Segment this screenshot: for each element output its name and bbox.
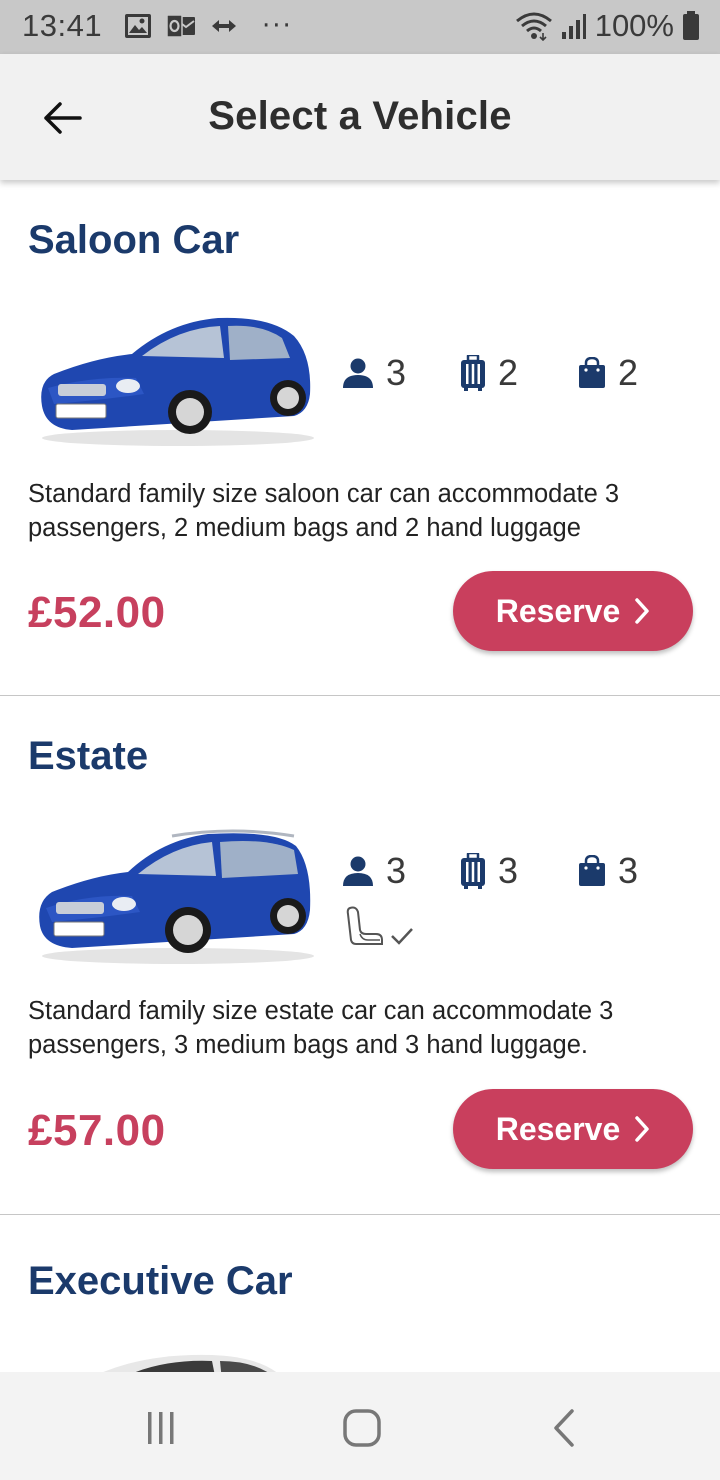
vehicle-list[interactable]: Saloon Car 3 2 2 Standard family size sa…	[0, 180, 720, 1372]
shopping-bag-icon	[579, 357, 605, 388]
vehicle-name: Saloon Car	[28, 218, 240, 262]
system-status-icons: 100%	[515, 8, 700, 44]
reserve-label: Reserve	[495, 592, 621, 629]
executive-car-image	[103, 1354, 277, 1372]
signal-icon	[561, 14, 586, 39]
estate-car-image	[39, 829, 314, 964]
more-notifications-icon: ···	[262, 11, 293, 41]
shopping-bag-icon	[579, 855, 605, 886]
vehicle-description: Standard family size saloon car can acco…	[28, 480, 620, 542]
battery-icon	[683, 11, 699, 40]
reserve-button[interactable]: Reserve	[453, 571, 693, 651]
person-icon	[343, 358, 373, 388]
hand-luggage-count: 3	[618, 850, 639, 891]
hand-luggage-spec: 3	[578, 850, 696, 892]
vehicle-card-executive: Executive Car	[0, 1215, 720, 1372]
medium-bags-count: 2	[498, 352, 519, 393]
suitcase-icon	[461, 853, 485, 889]
reserve-button[interactable]: Reserve	[453, 1089, 693, 1169]
child-seat-icon	[346, 906, 383, 945]
passengers-count: 3	[386, 352, 407, 393]
system-nav-bar	[0, 1372, 720, 1480]
person-icon	[343, 856, 373, 886]
app-bar: Select a Vehicle	[0, 54, 720, 180]
hand-luggage-spec: 2	[578, 352, 696, 394]
vehicle-name: Estate	[28, 734, 149, 778]
back-icon	[554, 1409, 574, 1447]
passengers-spec: 3	[342, 352, 460, 394]
nav-back-button[interactable]	[534, 1406, 594, 1450]
vehicle-card-estate: Estate 3 3 3 Standard family size estate…	[0, 696, 720, 1215]
medium-bags-spec: 2	[460, 352, 578, 394]
vehicle-specs: 3 3 3	[342, 850, 696, 892]
image-icon	[125, 14, 151, 38]
vehicle-specs: 3 2 2	[342, 352, 696, 394]
medium-bags-spec: 3	[460, 850, 578, 892]
child-seat-feature	[346, 906, 414, 946]
vehicle-description: Standard family size estate car can acco…	[28, 997, 614, 1059]
hand-luggage-count: 2	[618, 352, 639, 393]
recents-button[interactable]	[131, 1406, 191, 1450]
reserve-label: Reserve	[495, 1110, 621, 1147]
status-bar: 13:41 ··· 100%	[0, 0, 720, 54]
battery-percentage: 100%	[594, 8, 674, 43]
wifi-icon	[515, 12, 552, 41]
chevron-right-icon	[635, 1116, 650, 1142]
chevron-right-icon	[635, 598, 650, 624]
passengers-count: 3	[386, 850, 407, 891]
saloon-car-image	[41, 317, 314, 446]
vehicle-name: Executive Car	[28, 1259, 293, 1303]
outlook-icon	[166, 14, 195, 38]
suitcase-icon	[461, 355, 485, 391]
home-button[interactable]	[332, 1406, 392, 1450]
recents-icon	[148, 1412, 174, 1444]
notification-icons: ···	[124, 13, 293, 39]
passengers-spec: 3	[342, 850, 460, 892]
status-time: 13:41	[22, 8, 103, 43]
page-title: Select a Vehicle	[208, 94, 512, 138]
checkmark-icon	[391, 928, 413, 945]
home-icon	[343, 1409, 381, 1447]
vehicle-card-saloon: Saloon Car 3 2 2 Standard family size sa…	[0, 180, 720, 696]
vehicle-price: £52.00	[28, 588, 166, 637]
data-arrows-icon	[212, 20, 236, 32]
vehicle-price: £57.00	[28, 1106, 166, 1155]
medium-bags-count: 3	[498, 850, 519, 891]
